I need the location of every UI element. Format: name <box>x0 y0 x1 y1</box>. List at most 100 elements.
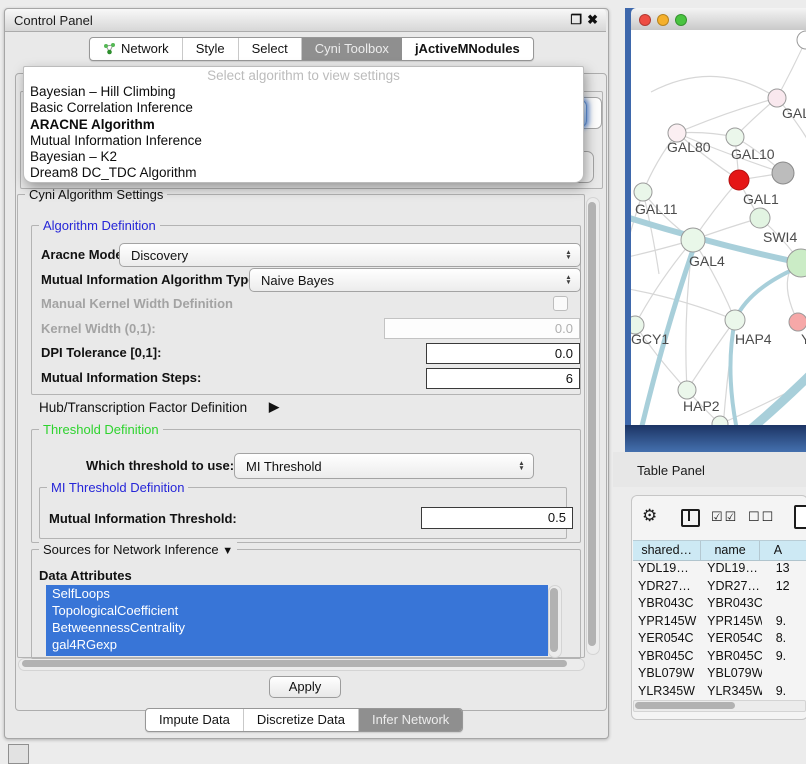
minimize-traffic-light[interactable] <box>657 14 669 26</box>
columns-icon[interactable] <box>681 509 700 527</box>
table-cell: YDL19… <box>702 560 762 578</box>
table-header-row: shared… name A <box>633 540 806 561</box>
settings-vertical-scrollbar[interactable] <box>586 197 600 655</box>
table-cell <box>762 665 806 683</box>
table-row[interactable]: YDL19…YDL19…13 <box>633 560 806 578</box>
combobox-stepper-icon: ▲▼ <box>515 461 528 472</box>
table-row[interactable]: YER054CYER054C8. <box>633 630 806 648</box>
mi-threshold-field[interactable]: 0.5 <box>421 507 573 529</box>
manual-kernel-width-checkbox[interactable] <box>553 296 568 311</box>
mi-steps-field[interactable]: 6 <box>426 368 580 389</box>
hub-definition-label[interactable]: Hub/Transcription Factor Definition <box>39 400 247 415</box>
function-builder-icon[interactable] <box>794 505 806 529</box>
sources-group-title[interactable]: Sources for Network Inference ▼ <box>39 542 237 557</box>
network-window-bottom-frame <box>625 425 806 452</box>
table-rows[interactable]: YDL19…YDL19…13YDR27…YDR27…12YBR043CYBR04… <box>633 560 806 700</box>
tab-infer-network[interactable]: Infer Network <box>359 709 462 731</box>
network-node[interactable] <box>681 228 705 252</box>
table-row[interactable]: YBR043CYBR043C <box>633 595 806 613</box>
table-cell: 13 <box>762 560 806 578</box>
column-header-shared-name[interactable]: shared… <box>633 541 701 560</box>
network-edge[interactable] <box>651 76 777 98</box>
tab-cyni-toolbox[interactable]: Cyni Toolbox <box>302 38 402 60</box>
collapse-arrow-icon[interactable]: ▼ <box>222 545 233 557</box>
algorithm-option[interactable]: Bayesian – K2 <box>24 149 583 165</box>
float-window-icon[interactable]: ❐ <box>570 12 582 28</box>
network-edge-highlighted[interactable] <box>745 370 806 425</box>
aracne-mode-combobox[interactable]: Discovery ▲▼ <box>119 243 581 267</box>
control-panel-titlebar[interactable]: Control Panel ❐ ✖ <box>5 9 606 32</box>
table-cell: YDL19… <box>633 560 702 578</box>
network-node[interactable] <box>678 381 696 399</box>
network-node[interactable] <box>772 162 794 184</box>
table-row[interactable]: YBL079WYBL079W <box>633 665 806 683</box>
table-cell: YER054C <box>633 630 702 648</box>
tab-select[interactable]: Select <box>239 38 302 60</box>
table-cell: YPR145W <box>702 613 762 631</box>
network-node[interactable] <box>726 128 744 146</box>
attribute-list-item[interactable]: TopologicalCoefficient <box>46 602 548 619</box>
expand-arrow-icon[interactable]: ▶ <box>269 399 279 415</box>
data-attributes-list[interactable]: SelfLoopsTopologicalCoefficientBetweenne… <box>46 585 548 656</box>
dpi-tolerance-field[interactable]: 0.0 <box>426 343 580 364</box>
table-panel-title: Table Panel <box>637 463 705 478</box>
network-node[interactable] <box>712 416 728 425</box>
attribute-list-item[interactable]: SelfLoops <box>46 585 548 602</box>
algorithm-option[interactable]: Mutual Information Inference <box>24 133 583 149</box>
mi-threshold-definition-title: MI Threshold Definition <box>47 480 188 495</box>
which-threshold-combobox[interactable]: MI Threshold ▲▼ <box>234 453 534 479</box>
tab-impute-data[interactable]: Impute Data <box>146 709 244 731</box>
network-node[interactable] <box>729 170 749 190</box>
collapsed-panel-button[interactable] <box>8 744 29 764</box>
network-window-titlebar[interactable] <box>631 8 806 31</box>
algorithm-option[interactable]: Basic Correlation Inference <box>24 100 583 116</box>
combobox-stepper-icon: ▲▼ <box>562 275 575 286</box>
network-node[interactable] <box>789 313 806 331</box>
network-node[interactable] <box>725 310 745 330</box>
table-row[interactable]: YLR345WYLR345W9. <box>633 683 806 701</box>
algorithm-option[interactable]: Dream8 DC_TDC Algorithm <box>24 165 583 181</box>
attribute-list-item[interactable]: gal4RGexp <box>46 636 548 653</box>
table-cell <box>762 595 806 613</box>
network-node[interactable] <box>797 31 806 49</box>
apply-button[interactable]: Apply <box>269 676 341 698</box>
zoom-traffic-light[interactable] <box>675 14 687 26</box>
attributes-list-scrollbar[interactable] <box>548 585 562 658</box>
manual-kernel-width-label: Manual Kernel Width Definition <box>41 296 233 311</box>
select-all-checkboxes-icon[interactable]: ☑☑ <box>711 509 738 525</box>
table-row[interactable]: YPR145WYPR145W9. <box>633 613 806 631</box>
table-panel-titlebar[interactable]: Table Panel <box>613 452 806 487</box>
table-horizontal-scrollbar[interactable] <box>633 700 806 712</box>
tab-style[interactable]: Style <box>183 38 239 60</box>
tab-network[interactable]: Network <box>90 38 183 60</box>
node-label: GAL4 <box>689 253 725 269</box>
attribute-list-item[interactable]: BetweennessCentrality <box>46 619 548 636</box>
deselect-all-checkboxes-icon[interactable]: ☐☐ <box>748 509 775 525</box>
network-edge[interactable] <box>693 240 735 320</box>
table-row[interactable]: YDR27…YDR27…12 <box>633 578 806 596</box>
tab-infer-network-label: Infer Network <box>372 712 449 727</box>
table-row[interactable]: YBR045CYBR045C9. <box>633 648 806 666</box>
kernel-width-field[interactable]: 0.0 <box>384 318 580 339</box>
network-canvas[interactable]: GALGAL80GAL10GAL1GAL11SWI4GAL4GCY1HAP4YH… <box>631 30 806 425</box>
mi-algorithm-type-combobox[interactable]: Naive Bayes ▲▼ <box>249 268 581 292</box>
table-cell: 9. <box>762 613 806 631</box>
close-window-icon[interactable]: ✖ <box>587 12 598 28</box>
algorithm-option[interactable]: Bayesian – Hill Climbing <box>24 84 583 100</box>
table-cell: YBR045C <box>633 648 702 666</box>
gear-icon[interactable]: ⚙ <box>642 506 657 526</box>
settings-horizontal-scrollbar[interactable] <box>18 658 585 671</box>
network-node[interactable] <box>750 208 770 228</box>
network-edge[interactable] <box>677 98 777 133</box>
algorithm-option[interactable]: ARACNE Algorithm <box>24 117 583 133</box>
network-view-window: GALGAL80GAL10GAL1GAL11SWI4GAL4GCY1HAP4YH… <box>625 8 806 452</box>
network-node[interactable] <box>634 183 652 201</box>
column-header-name[interactable]: name <box>701 541 759 560</box>
tab-discretize-data[interactable]: Discretize Data <box>244 709 359 731</box>
network-edge-highlighted[interactable] <box>735 266 801 320</box>
table-cell: YDR27… <box>702 578 762 596</box>
column-header-partial[interactable]: A <box>760 541 806 560</box>
tab-discretize-data-label: Discretize Data <box>257 712 345 727</box>
tab-jactivemnodules[interactable]: jActiveMNodules <box>402 38 533 60</box>
close-traffic-light[interactable] <box>639 14 651 26</box>
